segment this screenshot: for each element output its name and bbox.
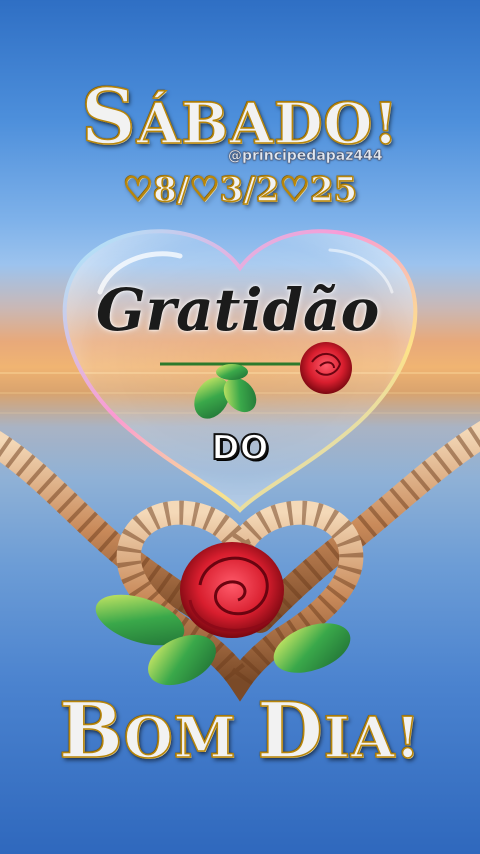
bom-rest: OM [123,704,258,772]
dia-initial: D [256,685,324,776]
bom-initial: B [58,685,124,776]
connector-word: DO [210,427,269,469]
dia-rest: IA! [323,704,421,772]
good-morning-title: BOM DIA! [0,685,480,776]
gratitude-word: Gratidão [96,276,380,344]
date-label: ♡8/♡3/2♡25 [122,169,358,211]
greeting-card: SÁBADO! @principedapaz444 ♡8/♡3/2♡25 Gra… [0,0,480,854]
day-initial: S [80,71,137,162]
author-handle: @principedapaz444 [228,148,383,164]
